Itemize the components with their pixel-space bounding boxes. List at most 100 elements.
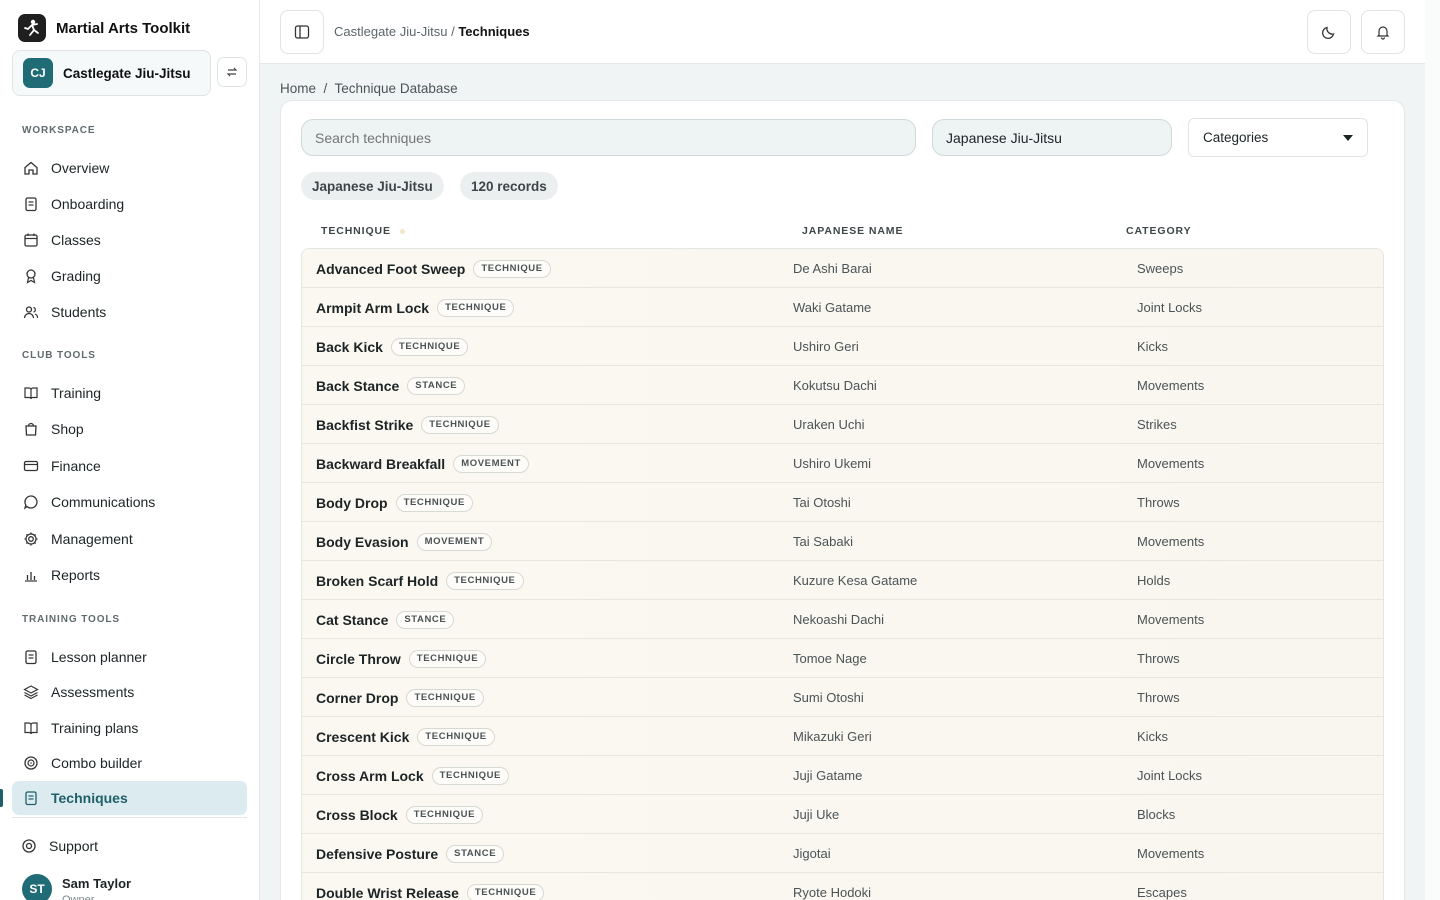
technique-name[interactable]: Back Kick [316, 339, 383, 355]
search-input[interactable] [301, 119, 916, 156]
technique-name[interactable]: Backfist Strike [316, 417, 413, 433]
category-cell: Throws [1137, 690, 1180, 705]
japanese-name-cell: Waki Gatame [793, 300, 872, 315]
column-header-category[interactable]: CATEGORY [1126, 225, 1192, 237]
table-row[interactable]: Advanced Foot Sweep TECHNIQUE De Ashi Bara… [302, 249, 1383, 288]
sidebar-item-reports[interactable]: Reports [12, 558, 247, 592]
club-selector[interactable]: CJ Castlegate Jiu-Jitsu [12, 50, 211, 96]
scrollbar[interactable] [1425, 0, 1440, 900]
sidebar-item-label: Techniques [51, 790, 128, 807]
sidebar-item-label: Grading [51, 268, 101, 284]
technique-name[interactable]: Back Stance [316, 378, 399, 394]
technique-cell: Double Wrist Release TECHNIQUE [316, 884, 545, 900]
category-cell: Holds [1137, 573, 1171, 588]
sidebar-item-training-plans[interactable]: Training plans [12, 711, 247, 745]
table-row[interactable]: Defensive Posture STANCE Jigotai Movements [302, 834, 1383, 873]
technique-cell: Back Kick TECHNIQUE [316, 338, 469, 356]
table-row[interactable]: Broken Scarf Hold TECHNIQUE Kuzure Kesa Ga… [302, 561, 1383, 600]
japanese-name-cell: Tai Otoshi [793, 495, 851, 510]
japanese-name-cell: Tomoe Nage [793, 651, 867, 666]
sidebar-item-label: Lesson planner [51, 649, 147, 665]
sidebar-item-label: Assessments [51, 684, 135, 701]
table-row[interactable]: Body Evasion MOVEMENT Tai Sabaki Movements [302, 522, 1383, 561]
sidebar-item-combo-builder[interactable]: Combo builder [12, 746, 247, 780]
technique-name[interactable]: Body Drop [316, 495, 388, 511]
table-row[interactable]: Back Stance STANCE Kokutsu Dachi Movements [302, 366, 1383, 405]
sidebar-item-finance[interactable]: Finance [12, 449, 247, 483]
technique-name[interactable]: Advanced Foot Sweep [316, 261, 465, 277]
technique-name[interactable]: Cross Block [316, 807, 398, 823]
sidebar-item-grading[interactable]: Grading [12, 259, 247, 293]
japanese-name-cell: Ushiro Ukemi [793, 456, 872, 471]
category-cell: Escapes [1137, 885, 1187, 900]
type-badge: STANCE [396, 611, 455, 629]
table-row[interactable]: Body Drop TECHNIQUE Tai Otoshi Throws [302, 483, 1383, 522]
sidebar-item-assessments[interactable]: Assessments [12, 675, 247, 709]
theme-toggle-button[interactable] [1307, 10, 1351, 54]
table-row[interactable]: Corner Drop TECHNIQUE Sumi Otoshi Throws [302, 678, 1383, 717]
club-tools-section-label: CLUB TOOLS [22, 350, 96, 361]
japanese-name-cell: Ushiro Geri [793, 339, 859, 354]
sidebar-item-overview[interactable]: Overview [12, 151, 247, 185]
sidebar-item-lesson-planner[interactable]: Lesson planner [12, 640, 247, 674]
sidebar-item-support[interactable]: Support [10, 829, 245, 863]
breadcrumb-separator: / [451, 24, 455, 39]
column-header-japanese-name[interactable]: JAPANESE NAME [802, 225, 903, 237]
toggle-sidebar-button[interactable] [280, 10, 324, 54]
table-row[interactable]: Double Wrist Release TECHNIQUE Ryote Hodok… [302, 873, 1383, 900]
technique-name[interactable]: Broken Scarf Hold [316, 573, 438, 589]
technique-name[interactable]: Cat Stance [316, 612, 388, 628]
sidebar-item-onboarding[interactable]: Onboarding [12, 187, 247, 221]
sidebar-item-shop[interactable]: Shop [12, 412, 247, 446]
technique-cell: Body Drop TECHNIQUE [316, 494, 473, 512]
notifications-button[interactable] [1361, 10, 1405, 54]
breadcrumb-club[interactable]: Castlegate Jiu-Jitsu [334, 24, 447, 39]
japanese-name-cell: Ryote Hodoki [793, 885, 872, 900]
sidebar-item-training[interactable]: Training [12, 376, 247, 410]
sidebar-item-label: Overview [51, 160, 110, 176]
type-badge: MOVEMENT [416, 533, 493, 551]
table-row[interactable]: Backfist Strike TECHNIQUE Uraken Uchi Strik… [302, 405, 1383, 444]
sidebar-item-techniques[interactable]: Techniques [12, 781, 247, 816]
type-badge: TECHNIQUE [408, 650, 487, 668]
technique-name[interactable]: Crescent Kick [316, 729, 409, 745]
technique-name[interactable]: Cross Arm Lock [316, 768, 424, 784]
sidebar-item-management[interactable]: Management [12, 522, 247, 556]
technique-name[interactable]: Defensive Posture [316, 846, 438, 862]
technique-cell: Broken Scarf Hold TECHNIQUE [316, 572, 524, 590]
shopping-bag-icon [25, 423, 37, 437]
martial-art-style-field[interactable] [932, 119, 1172, 156]
sidebar-item-classes[interactable]: Classes [12, 223, 247, 257]
table-row[interactable]: Cross Arm Lock TECHNIQUE Juji Gatame Joint … [302, 756, 1383, 795]
type-badge: TECHNIQUE [446, 572, 524, 590]
technique-name[interactable]: Backward Breakfall [316, 456, 445, 472]
avatar: ST [22, 874, 52, 900]
table-row[interactable]: Cross Block TECHNIQUE Juji Uke Blocks [302, 795, 1383, 834]
table-row[interactable]: Circle Throw TECHNIQUE Tomoe Nage Throws [302, 639, 1383, 678]
category-cell: Movements [1137, 378, 1205, 393]
switch-club-button[interactable] [217, 57, 247, 87]
technique-name[interactable]: Body Evasion [316, 534, 409, 550]
table-row[interactable]: Armpit Arm Lock TECHNIQUE Waki Gatame Joint… [302, 288, 1383, 327]
brand[interactable]: Martial Arts Toolkit [18, 14, 190, 42]
technique-name[interactable]: Armpit Arm Lock [316, 300, 429, 316]
column-header-technique[interactable]: TECHNIQUE [321, 225, 391, 237]
type-badge: TECHNIQUE [431, 767, 509, 785]
bell-icon [1376, 26, 1390, 40]
breadcrumb: Castlegate Jiu-Jitsu / Techniques [334, 24, 530, 39]
type-badge: TECHNIQUE [437, 299, 515, 317]
sidebar-item-label: Shop [51, 421, 84, 438]
table-row[interactable]: Crescent Kick TECHNIQUE Mikazuki Geri Kicks [302, 717, 1383, 756]
sidebar-item-students[interactable]: Students [12, 295, 247, 329]
technique-name[interactable]: Double Wrist Release [316, 885, 459, 900]
categories-dropdown[interactable]: Categories [1188, 118, 1368, 157]
table-row[interactable]: Cat Stance STANCE Nekoashi Dachi Movements [302, 600, 1383, 639]
user-profile[interactable]: ST Sam Taylor Owner [22, 874, 131, 900]
table-row[interactable]: Back Kick TECHNIQUE Ushiro Geri Kicks [302, 327, 1383, 366]
technique-cell: Cross Block TECHNIQUE [316, 806, 484, 824]
type-badge: TECHNIQUE [466, 884, 545, 900]
technique-name[interactable]: Corner Drop [316, 690, 398, 706]
sidebar-item-communications[interactable]: Communications [12, 485, 247, 519]
technique-name[interactable]: Circle Throw [316, 651, 401, 667]
table-row[interactable]: Backward Breakfall MOVEMENT Ushiro Ukemi Mo… [302, 444, 1383, 483]
